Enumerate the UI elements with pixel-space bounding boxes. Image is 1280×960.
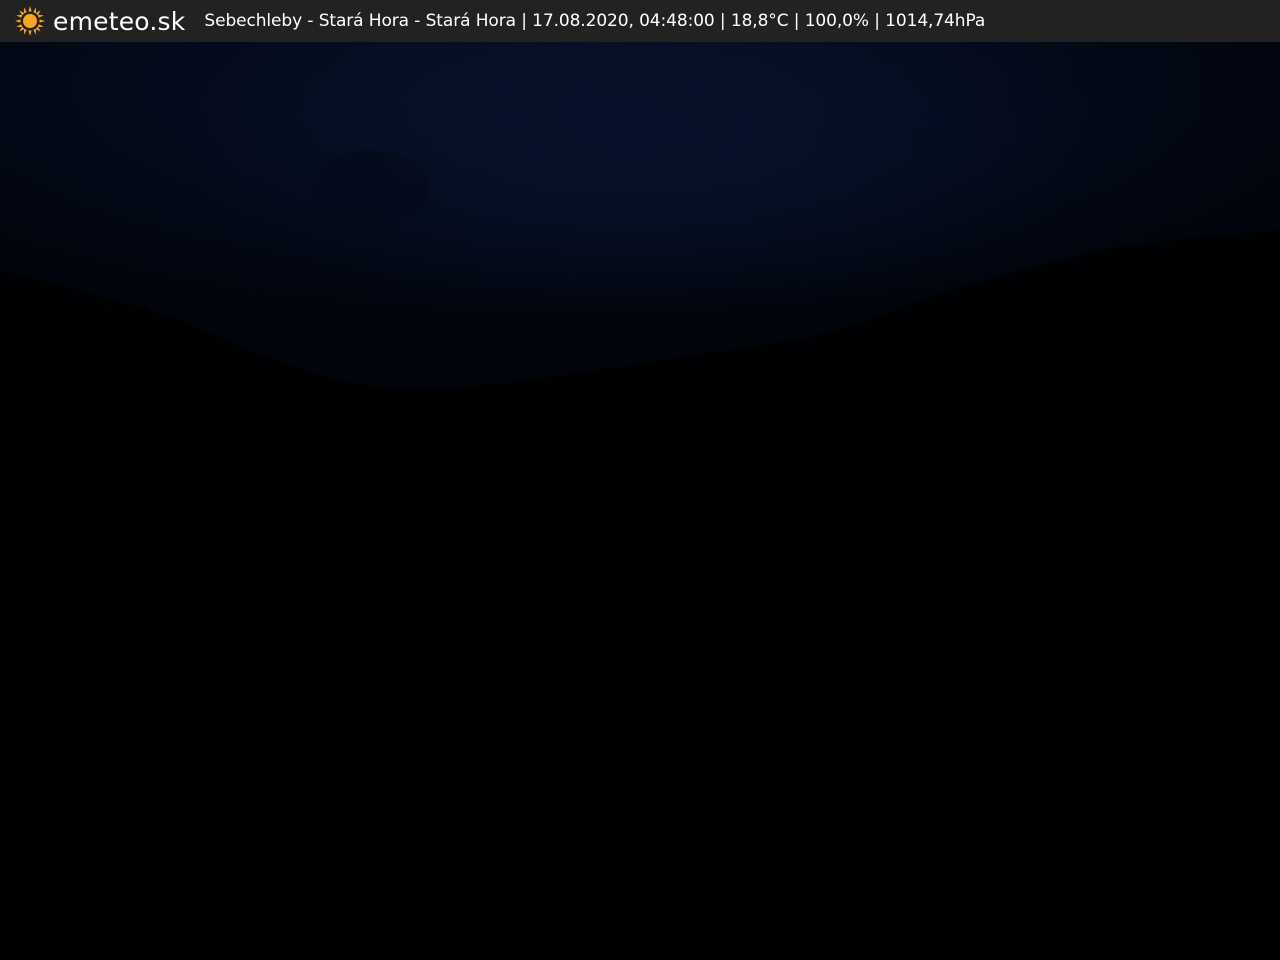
sun-icon [15, 6, 45, 36]
webcam-frame: emeteo.sk Sebechleby - Stará Hora - Star… [0, 0, 1280, 960]
cloud-patch [310, 150, 430, 230]
emeteo-logo[interactable]: emeteo.sk [14, 0, 185, 42]
webcam-night-image [0, 0, 1280, 960]
header-bar: emeteo.sk Sebechleby - Stará Hora - Star… [0, 0, 1280, 42]
logo-text: emeteo.sk [53, 6, 186, 36]
webcam-caption: Sebechleby - Stará Hora - Stará Hora | 1… [204, 11, 986, 31]
